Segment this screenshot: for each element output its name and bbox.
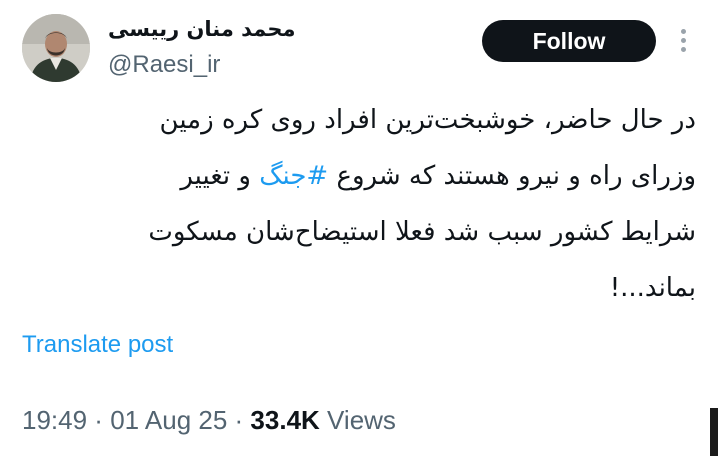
hashtag-link[interactable]: #جنگ xyxy=(259,161,328,191)
tweet-line: شرایط کشور سبب شد فعلا استیضاح‌شان مسکوت xyxy=(148,217,696,247)
tweet-text: در حال حاضر، خوشبخت‌ترین افراد روی کره ز… xyxy=(20,92,696,316)
tweet-time[interactable]: 19:49 xyxy=(22,405,87,435)
views-count: 33.4K xyxy=(250,405,320,435)
tweet-line: در حال حاضر، خوشبخت‌ترین افراد روی کره ز… xyxy=(159,105,696,135)
tweet-card: محمد منان رییسی @Raesi_ir Follow در حال … xyxy=(0,0,720,456)
more-vertical-icon[interactable] xyxy=(676,26,692,56)
tweet-text-segment: وزرای راه و نیرو هستند که شروع xyxy=(328,161,696,191)
meta-separator: · xyxy=(227,405,251,435)
display-name[interactable]: محمد منان رییسی xyxy=(108,14,296,44)
avatar[interactable] xyxy=(22,14,90,82)
tweet-line: بماند...! xyxy=(609,273,696,303)
views-label: Views xyxy=(327,405,396,435)
tweet-meta: 19:49 · 01 Aug 25 · 33.4K Views xyxy=(22,404,396,436)
follow-button[interactable]: Follow xyxy=(482,20,656,62)
tweet-line: وزرای راه و نیرو هستند که شروع #جنگ و تغ… xyxy=(20,148,696,204)
tweet-text-segment: و تغییر xyxy=(180,161,260,191)
translate-post-link[interactable]: Translate post xyxy=(22,330,173,360)
user-handle[interactable]: @Raesi_ir xyxy=(108,50,220,80)
scrollbar-thumb[interactable] xyxy=(710,408,718,456)
profile-photo-icon xyxy=(22,14,90,82)
meta-separator: · xyxy=(87,405,111,435)
tweet-date[interactable]: 01 Aug 25 xyxy=(110,405,227,435)
